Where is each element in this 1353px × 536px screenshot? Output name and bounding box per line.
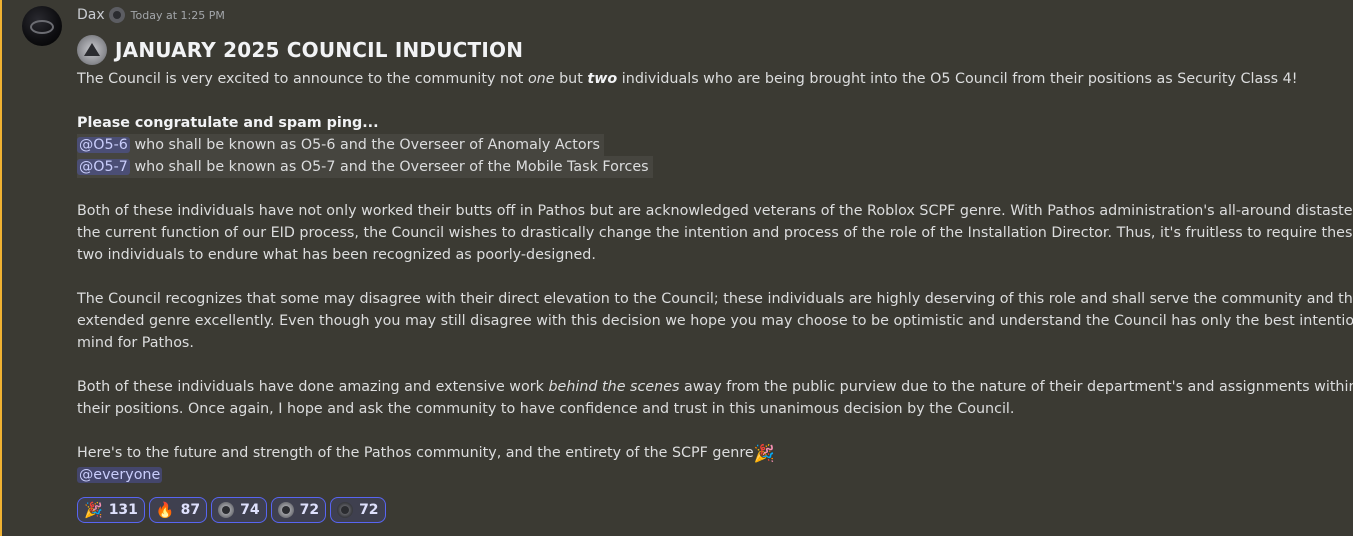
- role-mention-o5-7[interactable]: @O5-7: [77, 159, 130, 175]
- council-seal-icon: [218, 502, 235, 518]
- everyone-line: @everyone: [77, 464, 1337, 486]
- reaction-council-seal[interactable]: 74: [211, 497, 267, 523]
- title-row: JANUARY 2025 COUNCIL INDUCTION: [77, 34, 1337, 66]
- congrats-line: Please congratulate and spam ping...: [77, 115, 379, 131]
- council-emoji-icon: [77, 35, 107, 65]
- paragraph-1-line-3: two individuals to endure what has been …: [77, 247, 596, 263]
- chat-message: Dax Today at 1:25 PM JANUARY 2025 COUNCI…: [0, 0, 1353, 536]
- server-tag-icon[interactable]: [108, 7, 125, 23]
- paragraph-3-line-1: Both of these individuals have done amaz…: [77, 379, 1353, 395]
- message-header: Dax Today at 1:25 PM: [77, 5, 225, 25]
- closing-line: Here's to the future and strength of the…: [77, 444, 775, 464]
- scp-seal-icon: [277, 502, 294, 518]
- everyone-mention[interactable]: @everyone: [77, 467, 163, 483]
- reaction-count: 74: [240, 502, 260, 518]
- reaction-count: 72: [359, 502, 379, 518]
- mention-line-o5-6: @O5-6 who shall be known as O5-6 and the…: [77, 134, 1337, 156]
- reactions-bar: 🎉 131 🔥 87 74 72 72: [77, 497, 386, 523]
- paragraph-1-line-1: Both of these individuals have not only …: [77, 203, 1353, 219]
- council-seal-dark-icon: [337, 502, 354, 518]
- timestamp[interactable]: Today at 1:25 PM: [131, 9, 225, 22]
- reaction-count: 72: [299, 502, 320, 518]
- mention-highlight-bar: [0, 0, 2, 536]
- intro-line: The Council is very excited to announce …: [77, 71, 1298, 87]
- paragraph-3-line-2: their positions. Once again, I hope and …: [77, 401, 1015, 417]
- reaction-scp-seal[interactable]: 72: [270, 497, 327, 523]
- reaction-count: 87: [180, 502, 201, 518]
- avatar-icon: [30, 20, 54, 34]
- username[interactable]: Dax: [77, 7, 105, 23]
- paragraph-2-line-1: The Council recognizes that some may dis…: [77, 291, 1353, 307]
- reaction-fire[interactable]: 🔥 87: [148, 497, 208, 523]
- avatar[interactable]: [22, 6, 62, 46]
- paragraph-2-line-2: extended genre excellently. Even though …: [77, 313, 1353, 329]
- message-title: JANUARY 2025 COUNCIL INDUCTION: [115, 38, 524, 62]
- party-popper-icon: 🎉: [84, 501, 103, 519]
- paragraph-1-line-2: the current function of our EID process,…: [77, 225, 1353, 241]
- paragraph-2-line-3: mind for Pathos.: [77, 335, 194, 351]
- mention-line-o5-7: @O5-7 who shall be known as O5-7 and the…: [77, 156, 1337, 178]
- reaction-council-seal-dark[interactable]: 72: [330, 497, 386, 523]
- reaction-count: 131: [108, 502, 138, 518]
- role-mention-o5-6[interactable]: @O5-6: [77, 137, 130, 153]
- reaction-party-popper[interactable]: 🎉 131: [77, 497, 145, 523]
- fire-icon: 🔥: [155, 501, 175, 519]
- message-content: JANUARY 2025 COUNCIL INDUCTION The Counc…: [77, 34, 1353, 486]
- party-popper-icon: 🎉: [753, 444, 775, 464]
